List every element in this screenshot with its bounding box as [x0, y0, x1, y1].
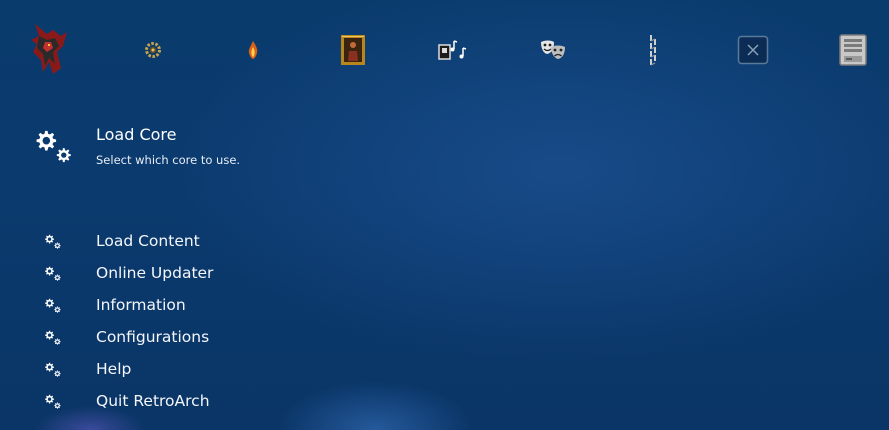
menu-item-help[interactable]: Help	[0, 354, 600, 384]
gears-icon	[44, 393, 62, 411]
tab-main-menu[interactable]	[25, 24, 73, 76]
tab-netplay[interactable]	[629, 24, 677, 76]
tab-video[interactable]	[529, 24, 577, 76]
favorites-flame-icon	[247, 40, 259, 60]
menu-item-label: Configurations	[96, 328, 210, 346]
gears-icon	[44, 329, 62, 347]
tab-favorites[interactable]	[229, 24, 277, 76]
images-frame-icon	[340, 34, 366, 66]
tab-snes-system[interactable]	[829, 24, 877, 76]
snes-system-icon	[839, 34, 867, 66]
menu-item-information[interactable]: Information	[0, 290, 600, 320]
menu-item-label: Help	[96, 360, 132, 378]
selected-entry-subtitle: Select which core to use.	[96, 153, 241, 167]
menu-item-load-content[interactable]: Load Content	[0, 226, 600, 256]
gears-icon	[34, 127, 74, 167]
gears-icon	[44, 265, 62, 283]
menu-item-online-updater[interactable]: Online Updater	[0, 258, 600, 288]
gears-icon	[44, 361, 62, 379]
menu-item-quit-retroarch[interactable]: Quit RetroArch	[0, 386, 600, 416]
tab-images[interactable]	[329, 24, 377, 76]
menu-item-configurations[interactable]: Configurations	[0, 322, 600, 352]
retroarch-main-menu-icon	[27, 22, 71, 78]
tab-music[interactable]	[429, 24, 477, 76]
tab-settings[interactable]	[129, 24, 177, 76]
menu-item-label: Information	[96, 296, 186, 314]
menu-item-label: Online Updater	[96, 264, 214, 282]
selected-entry-title: Load Core	[96, 125, 177, 144]
video-masks-icon	[539, 39, 567, 61]
gears-icon	[44, 297, 62, 315]
music-notes-icon	[437, 39, 469, 61]
tab-add-content[interactable]	[729, 24, 777, 76]
settings-gear-icon	[143, 40, 163, 60]
gears-icon	[44, 233, 62, 251]
menu-item-label: Load Content	[96, 232, 200, 250]
tab-bar	[0, 0, 889, 100]
menu-item-label: Quit RetroArch	[96, 392, 210, 410]
netplay-chain-icon	[647, 33, 659, 67]
add-content-icon	[737, 35, 769, 65]
